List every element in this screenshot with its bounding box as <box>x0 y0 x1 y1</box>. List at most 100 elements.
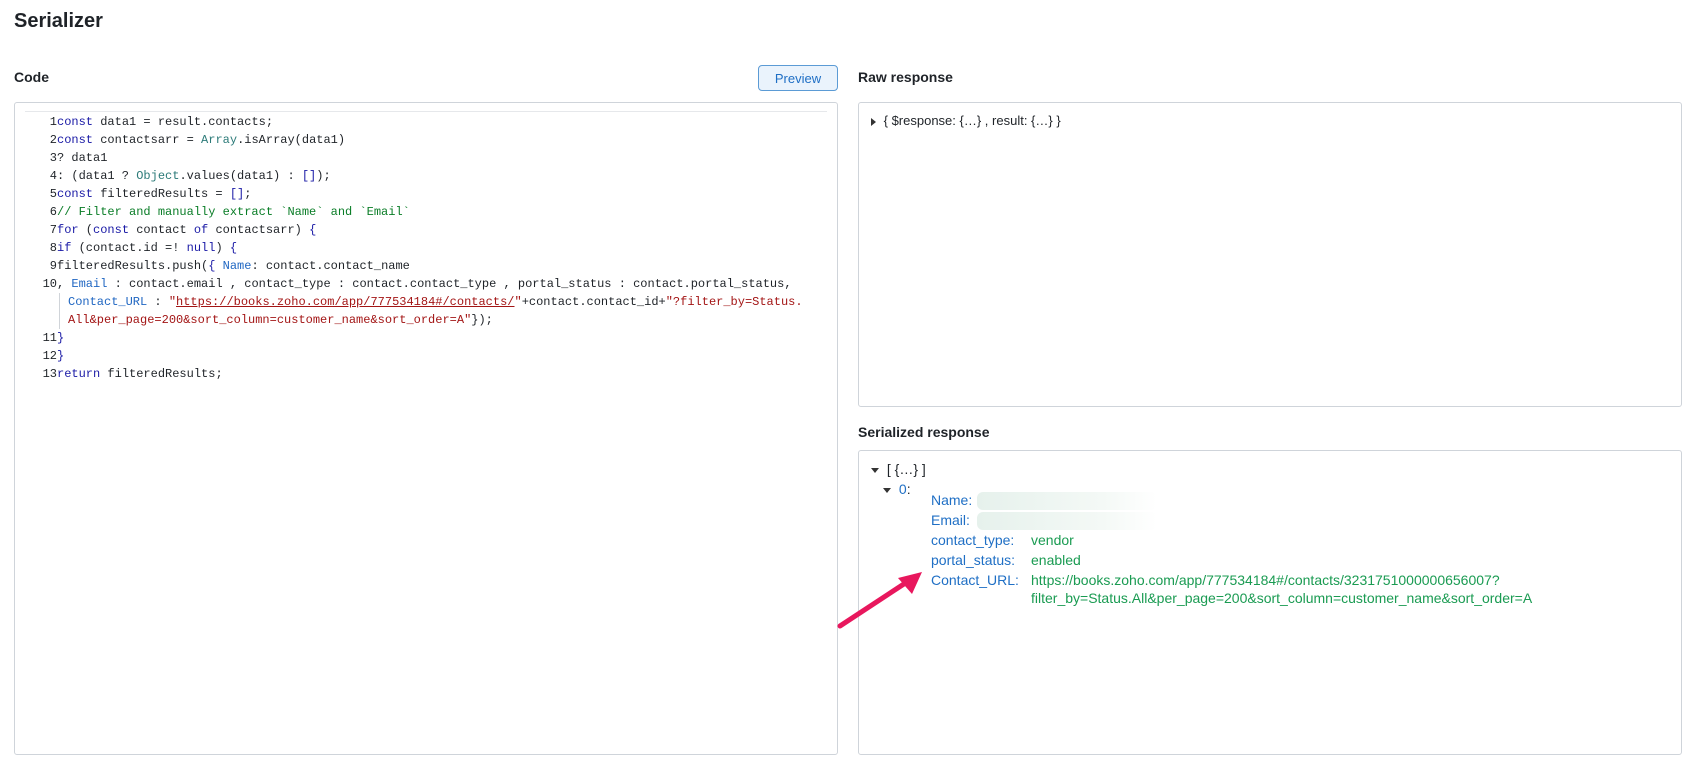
redacted-value <box>977 511 1537 531</box>
code-token: [] <box>301 169 317 183</box>
code-token: Email <box>71 277 108 291</box>
code-editor[interactable]: 1 const data1 = result.contacts; 2 const co… <box>14 102 838 755</box>
code-token: " <box>168 295 177 309</box>
code-token: : <box>147 295 169 309</box>
code-token: All&per_page=200&sort_column=customer_na… <box>68 313 472 327</box>
code-line: 5 const filteredResults = []; <box>25 185 827 203</box>
code-label: Code <box>14 69 49 85</box>
code-line: 10, Email : contact.email , contact_type… <box>25 275 827 293</box>
line-number: 9 <box>49 259 57 273</box>
code-token: const <box>57 115 94 129</box>
code-token: filteredResults; <box>100 367 223 381</box>
code-lines[interactable]: 1 const data1 = result.contacts; 2 const co… <box>25 111 827 746</box>
code-token: +contact.contact_id+ <box>521 295 666 309</box>
code-token: Name <box>222 259 252 273</box>
code-token: contactsarr) <box>208 223 310 237</box>
line-number <box>25 311 57 329</box>
line-text: return filteredResults; <box>57 365 827 383</box>
code-token: const <box>57 133 94 147</box>
code-token: : contact.email , contact_type : contact… <box>107 277 792 291</box>
preview-button[interactable]: Preview <box>758 65 838 91</box>
code-token: const <box>93 223 130 237</box>
line-text: const contactsarr = Array.isArray(data1) <box>57 131 827 149</box>
line-number: 13 <box>42 367 57 381</box>
serialized-item-toggle[interactable]: 0: <box>883 479 926 499</box>
code-token: filteredResults = <box>93 187 230 201</box>
line-text: // Filter and manually extract `Name` an… <box>57 203 827 221</box>
line-text: for (const contact of contactsarr) { <box>57 221 827 239</box>
code-token: for <box>57 223 79 237</box>
line-text: Contact_URL : "https://books.zoho.com/ap… <box>59 293 827 311</box>
serialized-root-toggle[interactable]: [ {…} ] <box>871 459 926 479</box>
serialized-root-summary: [ {…} ] <box>886 461 926 477</box>
code-token: ) <box>215 241 230 255</box>
raw-response-label: Raw response <box>858 69 953 85</box>
code-token: : contact.contact_name <box>251 259 410 273</box>
code-token: (contact.id =! <box>71 241 187 255</box>
line-number: 6 <box>49 205 57 219</box>
property-row: Contact_URL: https://books.zoho.com/app/7… <box>931 571 1591 607</box>
property-row: contact_type: vendor <box>931 531 1591 549</box>
code-token: ? data1 <box>57 151 108 165</box>
code-token: } <box>57 331 65 345</box>
code-token: : (data1 ? <box>57 169 137 183</box>
code-token: contactsarr = <box>93 133 202 147</box>
property-key: portal_status: <box>931 552 1016 568</box>
code-token: " <box>514 295 522 309</box>
redaction-blur <box>977 492 1157 511</box>
line-number: 3 <box>49 151 57 165</box>
line-text: if (contact.id =! null) { <box>57 239 827 257</box>
caret-right-icon <box>871 117 876 126</box>
code-token: null <box>186 241 216 255</box>
code-token[interactable]: https://books.zoho.com/app/777534184#/co… <box>176 295 514 309</box>
property-key: contact_type: <box>931 532 1015 548</box>
code-token: "?filter_by=Status. <box>665 295 803 309</box>
code-token: } <box>57 349 65 363</box>
property-row: portal_status: enabled <box>931 551 1591 569</box>
line-text: : (data1 ? Object.values(data1) : []); <box>57 167 827 185</box>
line-number: 11 <box>42 331 57 345</box>
code-line: 1 const data1 = result.contacts; <box>25 113 827 131</box>
code-token: ( <box>78 223 94 237</box>
code-token: , <box>57 277 72 291</box>
redacted-value <box>977 491 1537 511</box>
property-key: Email: <box>931 512 970 528</box>
code-line: 4: (data1 ? Object.values(data1) : []); <box>25 167 827 185</box>
code-token: return <box>57 367 101 381</box>
code-line: 2 const contactsarr = Array.isArray(data1… <box>25 131 827 149</box>
line-number: 4 <box>49 169 57 183</box>
line-number: 7 <box>49 223 57 237</box>
raw-expand-toggle[interactable]: { $response: {…} , result: {…} } <box>871 113 1061 128</box>
line-text: ? data1 <box>57 149 827 167</box>
serialized-response-label: Serialized response <box>858 424 990 440</box>
code-line: 12} <box>25 347 827 365</box>
property-value: enabled <box>1031 552 1081 568</box>
line-number <box>25 293 57 311</box>
property-key: Contact_URL: <box>931 572 1019 588</box>
page-title: Serializer <box>14 10 103 32</box>
line-text: } <box>57 329 827 347</box>
code-token: filteredResults.push( <box>57 259 209 273</box>
code-line: All&per_page=200&sort_column=customer_na… <box>25 311 827 329</box>
code-token: ); <box>316 169 331 183</box>
property-row: Email: <box>931 511 1537 531</box>
item-index: 0 <box>898 481 907 497</box>
property-value: vendor <box>1031 532 1074 548</box>
code-line: Contact_URL : "https://books.zoho.com/ap… <box>25 293 827 311</box>
code-token: }); <box>471 313 493 327</box>
line-text: All&per_page=200&sort_column=customer_na… <box>59 311 827 329</box>
raw-response-summary: { $response: {…} , result: {…} } <box>883 113 1061 128</box>
line-text: const data1 = result.contacts; <box>57 113 827 131</box>
code-token: contact <box>129 223 194 237</box>
code-line: 13 return filteredResults; <box>25 365 827 383</box>
line-text: filteredResults.push({ Name: contact.con… <box>57 257 827 275</box>
code-line: 7 for (const contact of contactsarr) { <box>25 221 827 239</box>
code-token: { <box>309 223 317 237</box>
code-token: [] <box>229 187 245 201</box>
caret-down-icon <box>883 487 891 493</box>
redaction-blur <box>977 512 1157 531</box>
annotation-arrow-icon <box>837 572 922 629</box>
code-token: Contact_URL <box>68 295 148 309</box>
code-token: // Filter and manually extract `Name` an… <box>57 205 410 219</box>
